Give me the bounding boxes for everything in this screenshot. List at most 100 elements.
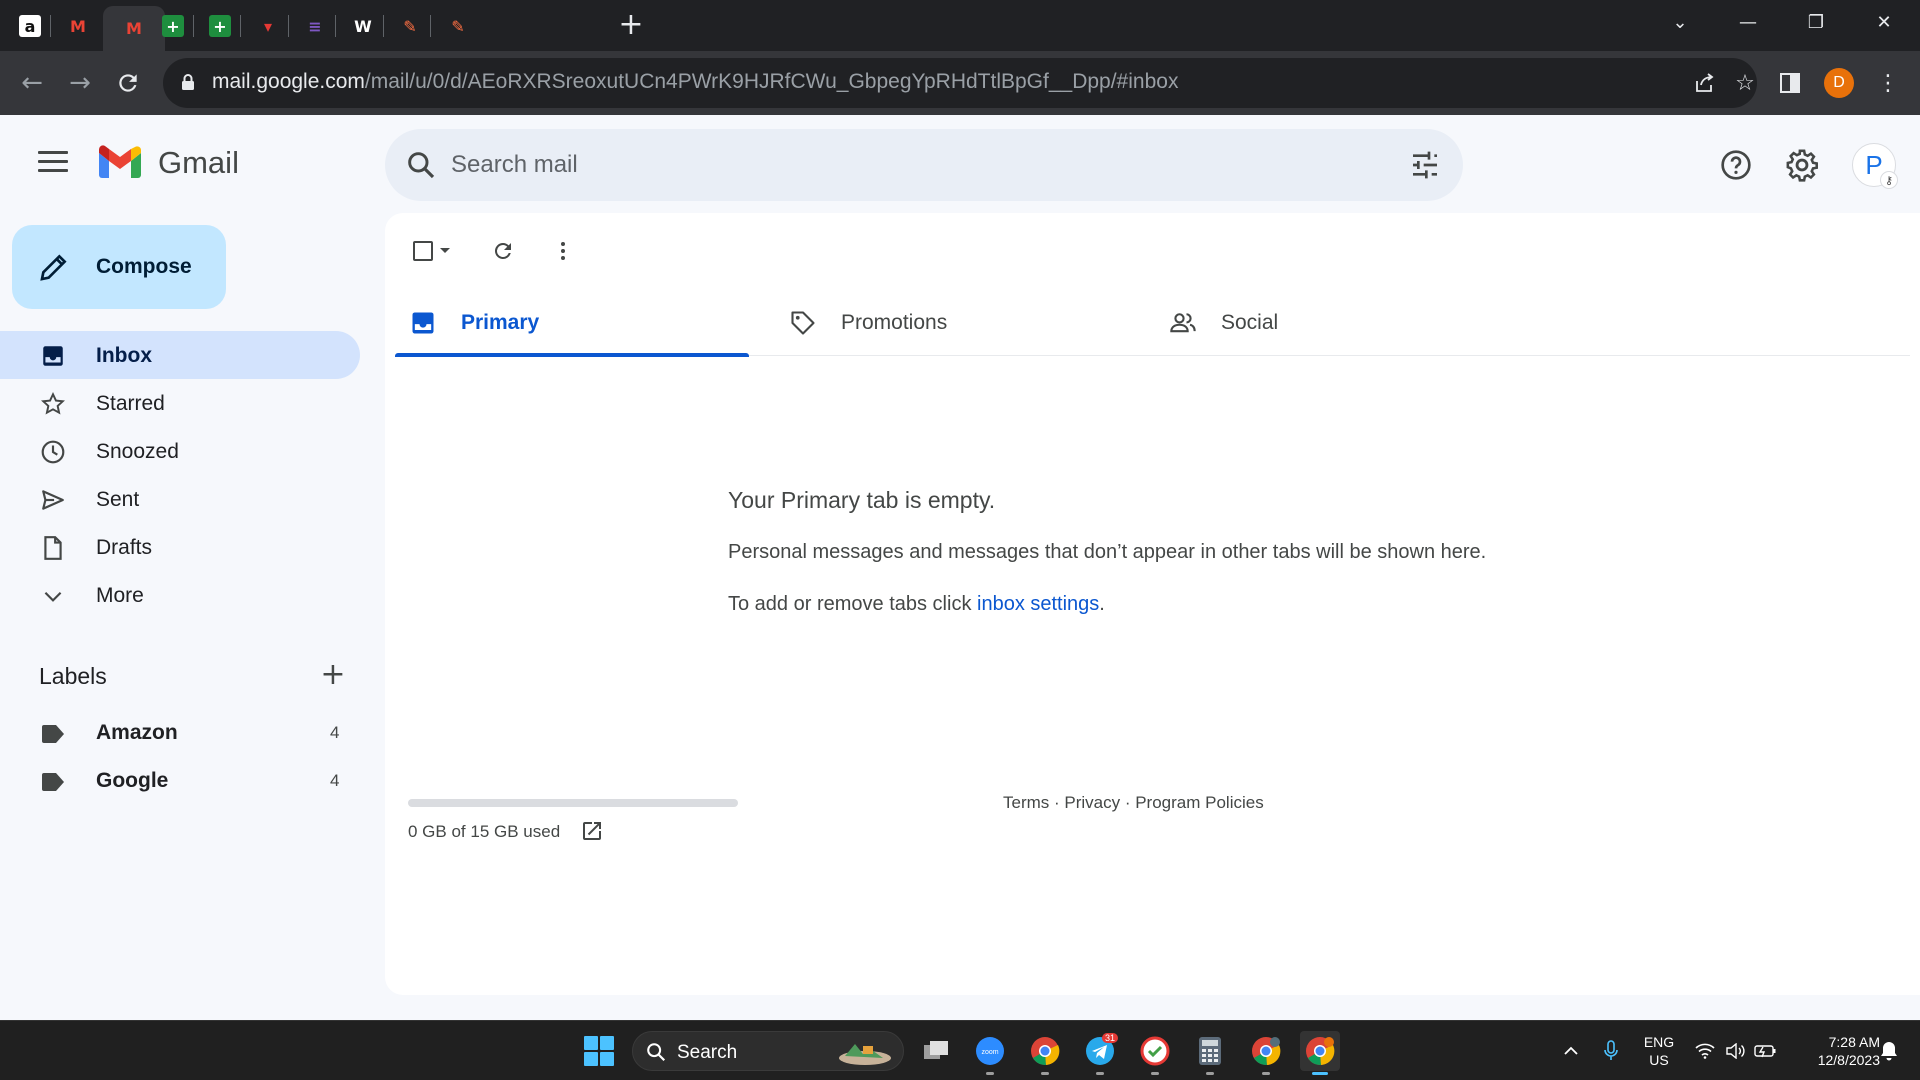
footer-links[interactable]: Terms · Privacy · Program Policies (1003, 793, 1264, 813)
add-label-button[interactable]: + (318, 660, 348, 691)
label-tag-icon (42, 725, 64, 743)
minimize-button[interactable]: — (1720, 0, 1776, 44)
chrome-profile-app-icon[interactable] (1246, 1031, 1286, 1075)
pencil-icon (40, 254, 67, 281)
share-icon[interactable] (1687, 65, 1723, 101)
zoom-app-icon[interactable]: zoom (970, 1031, 1010, 1075)
restore-button[interactable]: ❐ (1788, 0, 1844, 44)
more-options-icon[interactable] (545, 233, 581, 269)
sidebar-item-sent[interactable]: Sent (0, 475, 360, 523)
browser-toolbar: ← → mail.google.com/mail/u/0/d/AEoRXRSre… (0, 51, 1920, 115)
sidebar-item-inbox[interactable]: Inbox (0, 331, 360, 379)
volume-icon[interactable] (1720, 1021, 1750, 1080)
browser-menu-icon[interactable]: ⋮ (1870, 65, 1906, 101)
compose-button[interactable]: Compose (12, 225, 226, 309)
url-path: /mail/u/0/d/AEoRXRSreoxutUCn4PWrK9HJRfCW… (364, 70, 1179, 93)
sidebar-item-starred[interactable]: Starred (0, 379, 360, 427)
category-tabs: Primary Promotions Social (395, 289, 1910, 357)
telegram-unread-badge: 31 (1102, 1033, 1119, 1043)
mail-list-panel: Primary Promotions Social Your Primary t… (385, 213, 1920, 995)
inbox-icon (412, 312, 434, 334)
search-input[interactable] (451, 143, 1351, 187)
select-dropdown-icon[interactable] (433, 233, 457, 269)
inbox-settings-link[interactable]: inbox settings (977, 593, 1099, 615)
tab-label: Primary (461, 311, 540, 334)
browser-profile-avatar[interactable]: D (1824, 68, 1854, 98)
site-icon: ≡ (304, 15, 326, 37)
search-icon[interactable] (405, 149, 437, 181)
tab-promotions[interactable]: Promotions (775, 289, 1129, 356)
wifi-icon[interactable] (1690, 1021, 1720, 1080)
url-text: mail.google.com/mail/u/0/d/AEoRXRSreoxut… (212, 70, 1178, 94)
browser-tab[interactable]: ✎ (430, 7, 486, 45)
clock-date: 12/8/2023 (1817, 1052, 1880, 1068)
tab-search-icon[interactable]: ⌄ (1652, 0, 1708, 44)
empty-state-title: Your Primary tab is empty. (728, 487, 996, 513)
sidebar-item-label: Snoozed (96, 440, 179, 463)
system-clock[interactable]: 7:28 AM 12/8/2023 (1790, 1033, 1880, 1069)
calculator-app-icon[interactable] (1190, 1031, 1230, 1075)
draft-icon (44, 536, 62, 560)
pen-app-icon: ✎ (399, 15, 421, 37)
w-icon: W (352, 15, 374, 37)
bookmark-star-icon[interactable]: ☆ (1727, 65, 1763, 101)
search-icon (647, 1043, 666, 1062)
close-window-button[interactable]: ✕ (1856, 0, 1912, 44)
label-count: 4 (330, 723, 340, 742)
chevron-down-icon (44, 591, 62, 602)
windows-start-icon[interactable] (584, 1036, 614, 1066)
tab-label: Promotions (841, 311, 948, 334)
settings-gear-icon[interactable] (1782, 145, 1822, 185)
label-name: Amazon (96, 721, 178, 744)
forward-button[interactable]: → (62, 65, 98, 101)
storage-usage-text: 0 GB of 15 GB used (408, 822, 561, 841)
language-code: ENG (1643, 1034, 1675, 1050)
task-view-icon[interactable] (916, 1031, 956, 1071)
tag-icon (791, 311, 815, 335)
help-icon[interactable] (1716, 145, 1756, 185)
label-item-amazon[interactable]: Amazon 4 (0, 709, 360, 757)
labels-heading: Labels (39, 663, 107, 689)
tab-primary[interactable]: Primary (395, 289, 749, 357)
gmail-app: Gmail P ⚷ Compose Inbox Starred Snoozed … (0, 115, 1920, 1020)
input-language-indicator[interactable]: ENG US (1641, 1033, 1677, 1069)
main-menu-icon[interactable] (38, 151, 68, 175)
pen-app-icon: ✎ (447, 15, 469, 37)
todo-app-icon[interactable] (1135, 1031, 1175, 1075)
side-panel-icon[interactable] (1772, 65, 1808, 101)
sidebar-nav: Inbox Starred Snoozed Sent Drafts More (0, 331, 360, 619)
tab-social[interactable]: Social (1155, 289, 1509, 356)
browser-tab-strip: a M M + + ▾ ≡ W ✎ ✎ + ⌄ — ❐ ✕ (0, 0, 1920, 51)
storage-usage-bar (408, 799, 738, 807)
external-link-icon[interactable] (580, 819, 604, 843)
sidebar-item-snoozed[interactable]: Snoozed (0, 427, 360, 475)
refresh-icon[interactable] (485, 233, 521, 269)
sheets-plus-icon: + (209, 15, 231, 37)
sidebar-item-label: Inbox (96, 344, 152, 367)
browser-tab[interactable]: M (50, 7, 106, 45)
new-tab-button[interactable]: + (613, 10, 649, 42)
reload-button[interactable] (110, 65, 146, 101)
notifications-bell-icon[interactable] (1874, 1021, 1904, 1080)
keyboard-layout: US (1649, 1052, 1669, 1068)
address-bar[interactable]: mail.google.com/mail/u/0/d/AEoRXRSreoxut… (163, 58, 1757, 108)
search-options-icon[interactable] (1409, 149, 1441, 181)
telegram-app-icon[interactable]: 31 (1080, 1031, 1120, 1075)
battery-icon[interactable] (1750, 1021, 1780, 1080)
chrome-app-icon[interactable] (1025, 1031, 1065, 1075)
gmail-logo-icon (99, 145, 141, 178)
label-item-google[interactable]: Google 4 (0, 757, 360, 805)
show-hidden-icons-chevron-icon[interactable] (1556, 1021, 1586, 1080)
label-tag-icon (42, 773, 64, 791)
clock-icon (41, 440, 65, 464)
microphone-icon[interactable] (1596, 1021, 1626, 1080)
back-button[interactable]: ← (14, 65, 50, 101)
sidebar-item-more[interactable]: More (0, 571, 360, 619)
send-icon (42, 490, 64, 510)
gmail-brand-text: Gmail (158, 145, 239, 180)
inbox-icon (43, 346, 63, 366)
gmail-icon: M (67, 15, 89, 37)
sidebar-item-drafts[interactable]: Drafts (0, 523, 360, 571)
taskbar-search-box[interactable]: Search (632, 1031, 904, 1071)
chrome-active-app-icon[interactable] (1300, 1031, 1340, 1075)
